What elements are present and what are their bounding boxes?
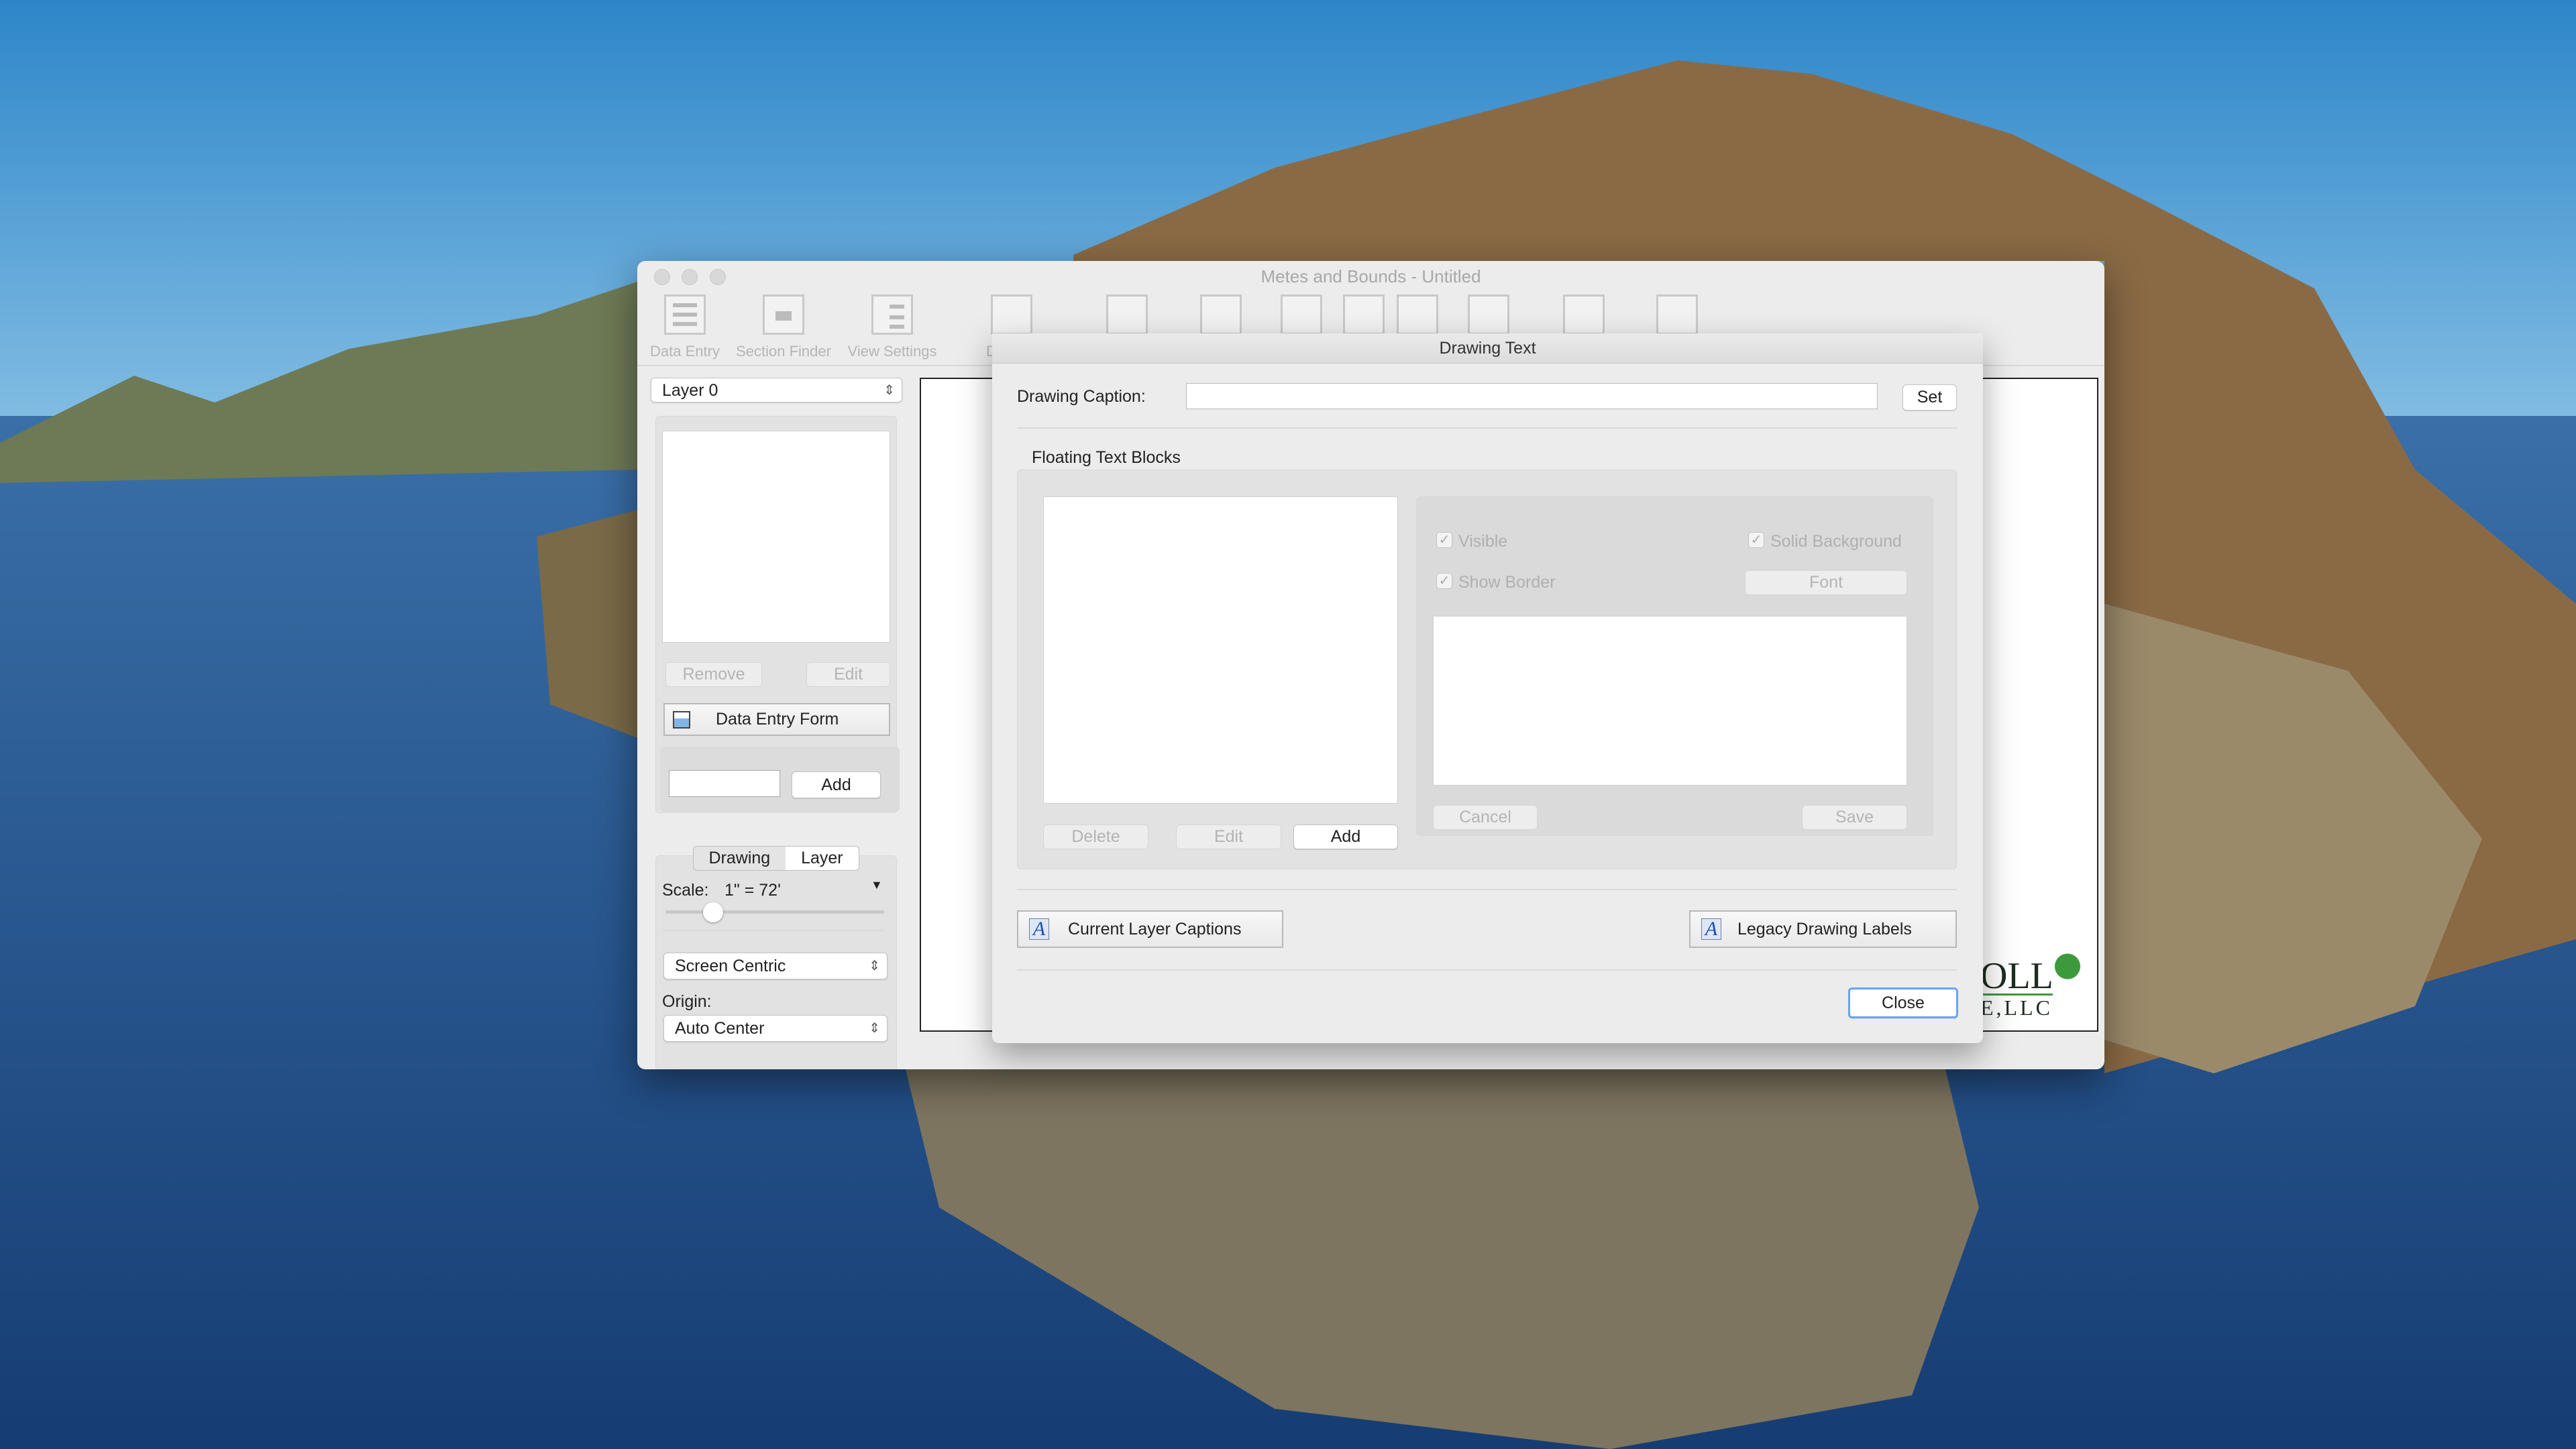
tree-logo-icon [2050,949,2085,992]
section-finder-icon[interactable] [763,294,804,335]
save-button[interactable]: Save [1802,805,1907,830]
visible-label: Visible [1458,532,1508,551]
wave-tool-icon[interactable] [1563,294,1605,335]
font-button[interactable]: Font [1745,570,1907,595]
remove-button[interactable]: Remove [665,662,762,687]
segment-drawing[interactable]: Drawing [694,847,786,870]
dialog-divider [1017,969,1957,971]
view-divider [662,930,883,931]
view-mode-value: Screen Centric [675,957,786,975]
layer-select[interactable]: Layer 0 ⇕ [651,378,902,402]
floating-text-blocks-title: Floating Text Blocks [1032,448,1181,467]
scale-slider-knob[interactable] [703,902,723,922]
toolbar-label-data-entry[interactable]: Data Entry [650,343,720,360]
lines-tool-icon[interactable] [1343,294,1385,335]
table-tool-icon[interactable] [1200,294,1242,335]
segment-layer[interactable]: Layer [785,847,859,870]
form-icon [673,711,690,729]
data-entry-icon[interactable] [664,294,706,335]
data-entry-form-label: Data Entry Form [716,710,839,729]
dialog-divider [1017,427,1957,429]
show-border-checkbox[interactable]: ✓ [1436,573,1452,589]
solid-background-checkbox[interactable]: ✓ [1748,532,1764,548]
dialog-title: Drawing Text [992,333,1983,364]
legacy-drawing-labels-label: Legacy Drawing Labels [1737,920,1912,938]
caption-label: Drawing Caption: [1017,387,1146,406]
view-settings-icon[interactable] [871,294,913,335]
data-entry-form-button[interactable]: Data Entry Form [663,703,890,736]
caption-input[interactable] [1186,383,1878,409]
updown-chevron-icon: ⇕ [869,959,880,973]
add-block-button[interactable]: Add [1293,824,1398,849]
layer-items-list[interactable] [662,431,890,643]
caption-a-icon: A [1701,918,1721,940]
logo-text-top: OLL [1980,955,2053,997]
cancel-button[interactable]: Cancel [1433,805,1538,830]
drawing-text-dialog: Drawing Text Drawing Caption: Set Floati… [992,333,1983,1043]
origin-label: Origin: [662,992,712,1011]
polygon-tool-icon[interactable] [1397,294,1438,335]
updown-chevron-icon: ⇕ [883,383,895,398]
show-border-label: Show Border [1458,573,1556,592]
solid-background-label: Solid Background [1770,532,1902,551]
delete-button[interactable]: Delete [1043,824,1148,849]
origin-select[interactable]: Auto Center ⇕ [663,1015,888,1042]
scale-slider[interactable] [665,910,884,914]
visible-checkbox[interactable]: ✓ [1436,532,1452,548]
scale-menu-triangle-icon[interactable]: ▼ [871,878,883,892]
form-tool-icon[interactable] [1281,294,1322,335]
updown-chevron-icon: ⇕ [869,1021,880,1036]
logo-text-bottom: E,LLC [1980,994,2053,1020]
layer-select-value: Layer 0 [662,381,718,400]
toolbar-label-view-settings[interactable]: View Settings [848,343,937,360]
text-tool-icon[interactable] [1106,294,1148,335]
view-mode-select[interactable]: Screen Centric ⇕ [663,953,888,979]
caption-a-icon: A [1029,918,1049,940]
current-layer-captions-button[interactable]: A Current Layer Captions [1017,910,1283,948]
drawing-layer-segmented: Drawing Layer [693,846,859,871]
window-title: Metes and Bounds - Untitled [1260,266,1481,286]
edit-block-button[interactable]: Edit [1176,824,1281,849]
block-text-area[interactable] [1433,616,1907,786]
text-blocks-list[interactable] [1043,496,1398,804]
curve-tool-icon[interactable] [1656,294,1698,335]
dialog-divider [1017,889,1957,890]
path-tool-icon[interactable] [1468,294,1509,335]
scale-value: 1" = 72' [724,881,781,900]
current-layer-captions-label: Current Layer Captions [1068,920,1242,938]
toolbar-label-section-finder[interactable]: Section Finder [736,343,831,360]
drawing-icon[interactable] [991,294,1032,335]
origin-value: Auto Center [675,1019,765,1038]
add-layer-button[interactable]: Add [792,771,881,798]
legacy-drawing-labels-button[interactable]: A Legacy Drawing Labels [1689,910,1957,948]
company-logo: OLL E,LLC [1980,949,2088,1020]
scale-label: Scale: [662,881,709,900]
layer-name-input[interactable] [669,770,780,797]
close-button[interactable]: Close [1848,987,1958,1018]
set-button[interactable]: Set [1902,384,1957,411]
edit-button[interactable]: Edit [806,662,890,687]
